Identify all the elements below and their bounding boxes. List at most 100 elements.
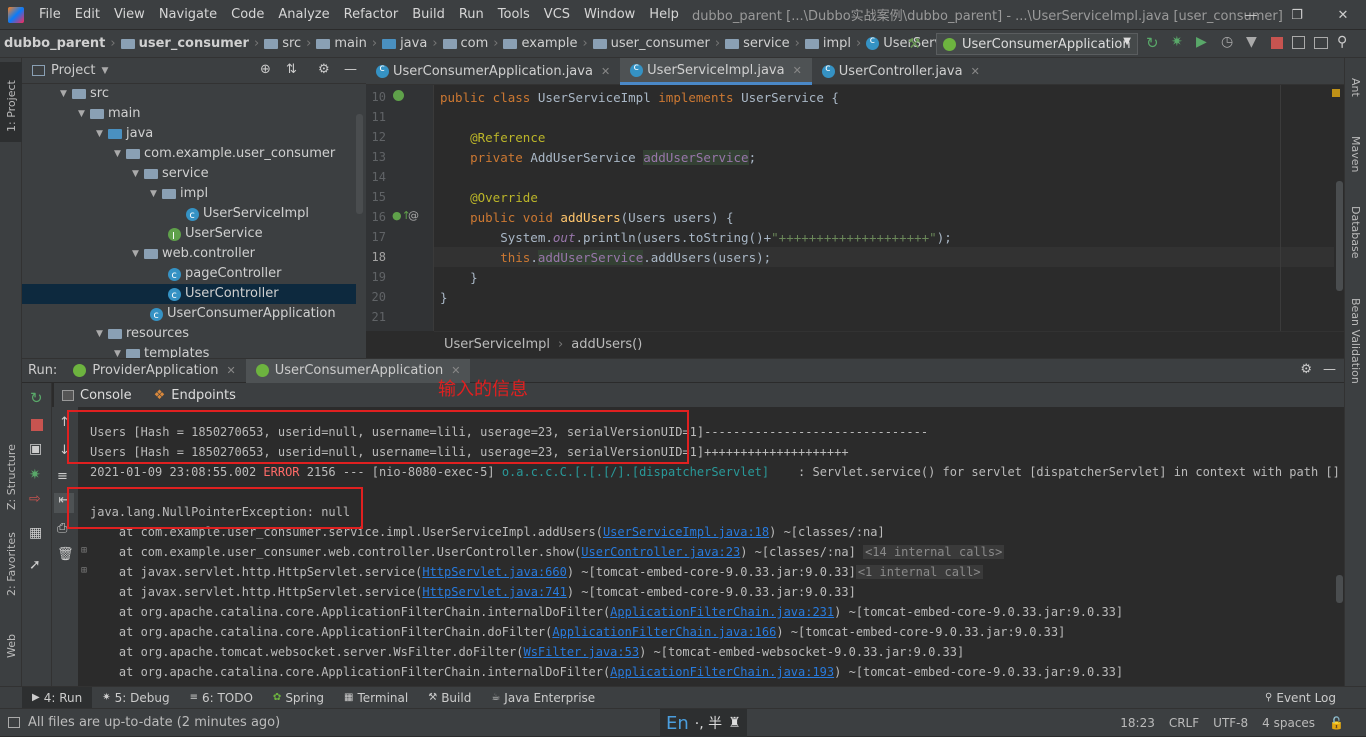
breadcrumb-example[interactable]: example [521,36,577,51]
indent-setting[interactable]: 4 spaces [1262,716,1315,730]
code-editor[interactable]: public class UserServiceImpl implements … [434,85,1344,331]
tool-tab-favorites[interactable]: 2: Favorites [5,532,18,596]
tab-userconsumerapplication[interactable]: UserConsumerApplication.java✕ [366,58,620,85]
menu-view[interactable]: View [107,0,152,30]
tool-tab-bean-validation[interactable]: Bean Validation [1349,298,1362,384]
tree-item-usercontroller[interactable]: UserController [22,284,356,306]
breadcrumb-impl[interactable]: impl [823,36,851,51]
gear-icon[interactable]: ⚙ [1300,362,1312,377]
build-hammer-icon[interactable]: ⚒ [908,36,921,52]
close-tab-icon[interactable]: ✕ [226,364,235,377]
status-layout-icon[interactable] [8,717,20,728]
tree-item-resources[interactable]: ▼ resources [22,324,356,344]
rerun-icon[interactable]: ↻ [1146,34,1162,52]
stop-icon[interactable] [1271,37,1283,49]
code-crumb-class[interactable]: UserServiceImpl [444,337,550,352]
menu-window[interactable]: Window [577,0,642,30]
warning-marker-icon[interactable] [1332,89,1340,97]
tree-item-web-controller[interactable]: ▼ web.controller [22,244,356,264]
menu-help[interactable]: Help [642,0,686,30]
tool-tab-debug[interactable]: ✷ 5: Debug [92,687,179,709]
menu-vcs[interactable]: VCS [537,0,577,30]
breadcrumb-user-consumer[interactable]: user_consumer [139,36,249,51]
run-tab-consumer[interactable]: UserConsumerApplication ✕ [245,358,471,383]
tool-tab-spring[interactable]: ✿ Spring [263,687,334,709]
internal-calls-badge[interactable]: <14 internal calls> [863,545,1005,559]
stack-link[interactable]: HttpServlet.java:741 [422,585,567,599]
print-icon[interactable]: ⎙ [57,521,67,536]
tree-item-templates[interactable]: ▼ templates [22,344,356,358]
hide-icon[interactable]: — [1323,362,1336,377]
caret-position[interactable]: 18:23 [1120,716,1155,730]
debug-icon[interactable]: ✷ [1171,34,1187,52]
tool-tab-todo[interactable]: ≡ 6: TODO [180,687,263,709]
collapse-all-icon[interactable]: ⇅ [286,62,297,77]
run-tab-provider[interactable]: ProviderApplication ✕ [63,359,245,383]
tree-item-src[interactable]: ▼ src [22,84,356,104]
stack-link[interactable]: UserController.java:23 [581,545,740,559]
breadcrumb-main[interactable]: main [334,36,366,51]
tree-item-pagecontroller[interactable]: pageController [22,264,356,286]
gear-icon[interactable]: ⚙ [318,62,330,77]
tree-item-userservice[interactable]: UserService [22,224,356,247]
breadcrumb-service[interactable]: service [743,36,790,51]
layout-icon[interactable] [1314,37,1328,49]
tool-tab-project-label[interactable]: 1: Project [5,80,18,132]
tree-item-java[interactable]: ▼ java [22,124,356,144]
exit-icon[interactable]: ⇨ [29,491,41,507]
stack-link[interactable]: HttpServlet.java:660 [422,565,567,579]
menu-build[interactable]: Build [405,0,452,30]
run-configuration-select[interactable]: UserConsumerApplication ▼ [936,33,1138,55]
menu-edit[interactable]: Edit [68,0,107,30]
tool-tab-java-enterprise[interactable]: ☕ Java Enterprise [481,687,605,709]
expand-icon[interactable]: ⊞ [81,545,87,556]
breadcrumb-src[interactable]: src [282,36,301,51]
camera-icon[interactable]: ▣ [29,441,42,457]
profile-icon[interactable]: ◷ [1221,34,1237,52]
tool-tab-build[interactable]: ⚒ Build [418,687,481,709]
project-scrollbar[interactable] [356,114,363,214]
ime-indicator[interactable]: En ·, 半 ♜ [660,709,747,737]
pin-icon[interactable]: ➚ [29,557,41,573]
tree-item-userconsumerapplication[interactable]: UserConsumerApplication [22,304,356,326]
breadcrumb-com[interactable]: com [461,36,489,51]
expand-icon[interactable]: ⊞ [81,565,87,576]
breadcrumb-dubbo-parent[interactable]: dubbo_parent [4,36,105,51]
project-panel-title[interactable]: Project [51,63,95,78]
tab-userserviceimpl[interactable]: UserServiceImpl.java✕ [620,58,812,85]
tool-tab-maven[interactable]: Maven [1349,136,1362,172]
tree-item-package-root[interactable]: ▼ com.example.user_consumer [22,144,356,164]
menu-refactor[interactable]: Refactor [337,0,406,30]
tab-endpoints[interactable]: Endpoints [171,388,236,403]
hide-icon[interactable]: — [344,62,357,77]
menu-run[interactable]: Run [452,0,491,30]
close-tab-icon[interactable]: ✕ [971,65,980,78]
tree-item-impl[interactable]: ▼ impl [22,184,356,204]
restore-icon[interactable]: ❐ [1274,0,1320,30]
menu-analyze[interactable]: Analyze [271,0,336,30]
stack-link[interactable]: ApplicationFilterChain.java:166 [552,625,776,639]
code-crumb-method[interactable]: addUsers() [571,337,642,352]
menu-tools[interactable]: Tools [491,0,537,30]
internal-calls-badge[interactable]: <1 internal call> [855,565,983,579]
debug-bug-icon[interactable]: ✷ [29,467,41,483]
trash-icon[interactable]: 🗑 [57,547,74,562]
stack-link[interactable]: UserServiceImpl.java:18 [603,525,769,539]
implementation-gutter-icon[interactable] [393,90,404,101]
stack-link[interactable]: ApplicationFilterChain.java:231 [610,605,834,619]
tab-usercontroller[interactable]: UserController.java✕ [812,58,990,85]
stack-link[interactable]: ApplicationFilterChain.java:193 [610,665,834,679]
tree-item-main[interactable]: ▼ main [22,104,356,124]
soft-wrap-icon[interactable]: ≡ [57,469,68,484]
minimize-icon[interactable]: — [1228,0,1274,30]
menu-navigate[interactable]: Navigate [152,0,224,30]
close-tab-icon[interactable]: ✕ [601,65,610,78]
tool-tab-run[interactable]: ▶ 4: Run [22,686,93,709]
tool-tab-database[interactable]: Database [1349,206,1362,259]
close-icon[interactable]: ✕ [1320,0,1366,30]
close-tab-icon[interactable]: ✕ [793,64,802,77]
tab-console[interactable]: Console [80,388,132,403]
tool-tab-web[interactable]: Web [5,634,18,658]
stack-link[interactable]: WsFilter.java:53 [523,645,639,659]
annotation-gutter-icon[interactable]: @ [408,209,419,222]
